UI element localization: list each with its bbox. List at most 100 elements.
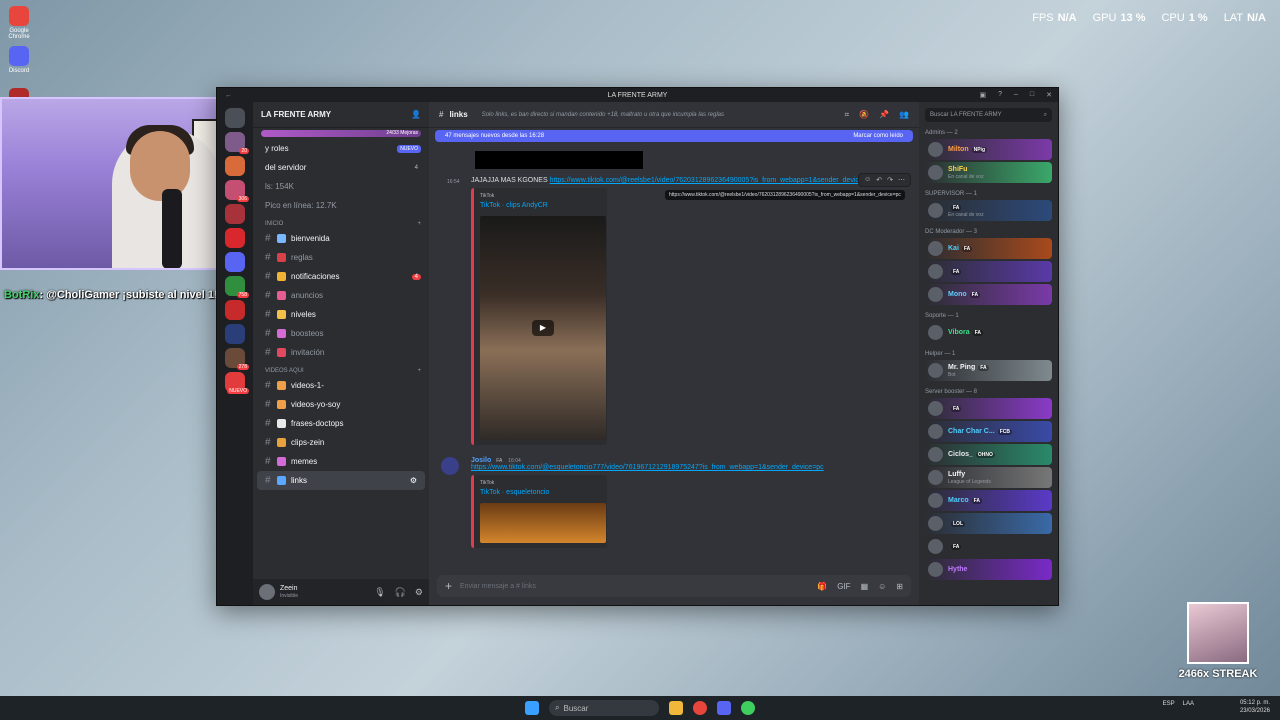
server-icon[interactable] (225, 156, 245, 176)
headphones-icon[interactable]: 🎧 (395, 587, 406, 598)
forward-icon[interactable]: ↷ (887, 176, 893, 184)
member-row[interactable]: Marco FA (925, 490, 1052, 511)
attach-plus-icon[interactable]: + (445, 579, 452, 593)
channel-anuncios[interactable]: # anuncios (253, 286, 429, 305)
mark-read-button[interactable]: Marcar como leído (853, 133, 903, 139)
message-input[interactable]: Enviar mensaje a # links (460, 583, 536, 590)
server-icon[interactable] (225, 252, 245, 272)
message-link[interactable]: https://www.tiktok.com/@reelsbe1/video/7… (550, 177, 875, 184)
category-inicio[interactable]: INICIO + (253, 215, 429, 229)
category-videos[interactable]: VIDEOS AQUI + (253, 362, 429, 376)
server-icon[interactable] (225, 300, 245, 320)
new-messages-bar[interactable]: 47 mensajes nuevos desde las 16:28 Marca… (435, 130, 913, 142)
member-row[interactable]: Hythe (925, 559, 1052, 580)
tray-lang[interactable]: ESP LAA (1163, 700, 1194, 708)
gift-icon[interactable]: 🎁 (817, 582, 827, 591)
member-row[interactable]: LOL (925, 513, 1052, 534)
pin-icon[interactable]: 📌 (879, 110, 889, 120)
play-icon[interactable]: ▶ (532, 320, 554, 336)
avatar[interactable] (441, 457, 459, 475)
emoji-icon[interactable]: ☺ (878, 582, 886, 591)
mute-icon[interactable]: 🔕 (859, 110, 869, 120)
member-row[interactable]: FA (925, 261, 1052, 282)
server-icon[interactable]: 758 (225, 276, 249, 298)
member-row[interactable]: Mono FA (925, 284, 1052, 305)
channel-item[interactable]: del servidor 4 (253, 158, 429, 177)
embed-title[interactable]: TikTok · esqueletoncio (480, 489, 601, 496)
add-channel-icon[interactable]: + (417, 368, 421, 374)
threads-icon[interactable]: ⌗ (845, 110, 850, 120)
member-row[interactable]: FA (925, 398, 1052, 419)
server-icon[interactable]: 278 (225, 348, 249, 370)
server-icon[interactable] (225, 108, 245, 128)
channel-niveles[interactable]: # niveles (253, 305, 429, 324)
add-channel-icon[interactable]: + (417, 221, 421, 227)
channel-memes[interactable]: # memes (253, 452, 429, 471)
add-member-icon[interactable]: 👤 (411, 110, 421, 119)
channel-clips-zein[interactable]: # clips-zein (253, 433, 429, 452)
channel-videos-1[interactable]: # videos-1- (253, 376, 429, 395)
clock[interactable]: 05:12 p. m. 23/03/2026 (1240, 699, 1270, 715)
channel-frases-doctops[interactable]: # frases-doctops (253, 414, 429, 433)
minimize-button[interactable]: – (1014, 91, 1018, 99)
server-icon[interactable] (225, 204, 245, 224)
help-icon[interactable]: ? (998, 91, 1002, 99)
server-icon[interactable]: 306 (225, 180, 249, 202)
desktop-shortcut[interactable]: Discord (4, 46, 34, 74)
chrome-icon[interactable] (693, 701, 707, 715)
new-badge: NUEVO (397, 144, 421, 153)
server-icon[interactable] (225, 228, 245, 248)
app-icon[interactable] (741, 701, 755, 715)
message-author[interactable]: Josilo (471, 457, 491, 464)
back-arrow-icon[interactable]: ← (225, 92, 232, 99)
channel-boosteos[interactable]: # boosteos (253, 324, 429, 343)
channel-item[interactable]: ls: 154K (253, 177, 429, 196)
microphone-icon[interactable]: 🎙 (374, 587, 385, 598)
member-row[interactable]: FA (925, 536, 1052, 557)
member-row[interactable]: Luffy League of Legends (925, 467, 1052, 488)
member-row[interactable]: Ciclos_ OHNO (925, 444, 1052, 465)
discord-icon[interactable] (717, 701, 731, 715)
maximize-button[interactable]: □ (1030, 91, 1034, 99)
channel-links[interactable]: # links ⚙ (257, 471, 425, 490)
member-row[interactable]: Milton NPig (925, 139, 1052, 160)
message-link[interactable]: https://www.tiktok.com/@esqueletoncio777… (471, 464, 824, 471)
sticker-icon[interactable]: ▦ (861, 582, 869, 591)
windows-start-icon[interactable] (525, 701, 539, 715)
apps-icon[interactable]: ⊞ (896, 582, 903, 591)
more-icon[interactable]: ⋯ (898, 176, 905, 184)
channel-item[interactable]: y roles NUEVO (253, 139, 429, 158)
gif-icon[interactable]: GIF (837, 582, 850, 591)
channel-videos-yo-soy[interactable]: # videos-yo-soy (253, 395, 429, 414)
member-row[interactable]: Kai FA (925, 238, 1052, 259)
reaction-icon[interactable]: ☺ (864, 176, 871, 184)
server-header[interactable]: LA FRENTE ARMY 👤 (253, 102, 429, 128)
member-search-input[interactable]: Buscar LA FRENTE ARMY ⌕ (925, 108, 1052, 122)
members-icon[interactable]: 👥 (899, 110, 909, 120)
taskbar-search[interactable]: ⌕ Buscar (549, 700, 659, 716)
member-row[interactable]: Char Char C... FCB (925, 421, 1052, 442)
folder-icon[interactable] (669, 701, 683, 715)
video-thumbnail[interactable] (480, 503, 606, 543)
gear-icon[interactable]: ⚙ (415, 587, 423, 598)
server-icon[interactable]: NUEVO (225, 372, 249, 394)
server-icon[interactable]: 20 (225, 132, 249, 154)
close-button[interactable]: ✕ (1046, 91, 1052, 99)
channel-notificaciones[interactable]: # notificaciones 4 (253, 267, 429, 286)
member-row[interactable]: ShiFu En canal de voz (925, 162, 1052, 183)
channel-bienvenida[interactable]: # bienvenida (253, 229, 429, 248)
desktop-shortcut[interactable]: Google Chrome (4, 6, 34, 40)
embed-title[interactable]: TikTok · clips AndyCR (480, 202, 601, 209)
gear-icon[interactable]: ⚙ (410, 476, 417, 485)
inbox-icon[interactable]: ▣ (979, 91, 986, 99)
member-row[interactable]: Mr. Ping FA Bot (925, 360, 1052, 381)
channel-item[interactable]: Pico en línea: 12.7K (253, 196, 429, 215)
channel-invitaci-n[interactable]: # invitación (253, 343, 429, 362)
server-icon[interactable] (225, 324, 245, 344)
channel-reglas[interactable]: # reglas (253, 248, 429, 267)
member-row[interactable]: Vibora FA (925, 322, 1052, 343)
member-row[interactable]: FA En canal de voz (925, 200, 1052, 221)
reply-icon[interactable]: ↶ (876, 176, 882, 184)
avatar[interactable] (259, 584, 275, 600)
video-thumbnail[interactable]: ▶ (480, 216, 606, 440)
